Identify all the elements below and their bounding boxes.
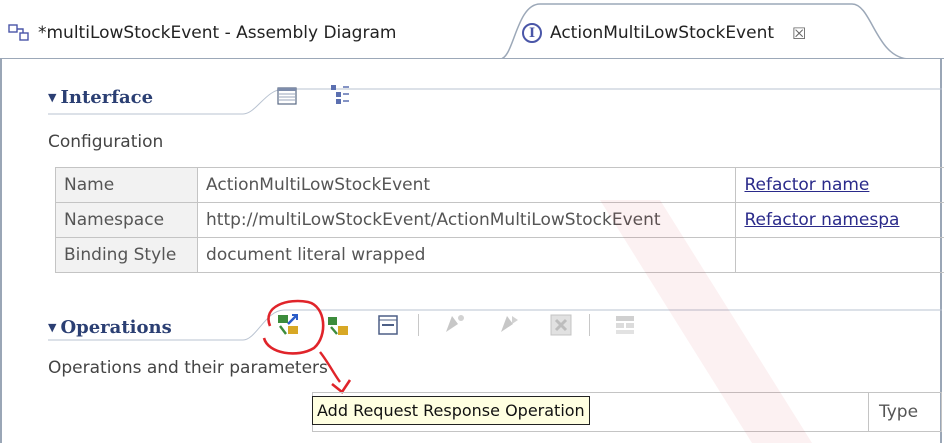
property-value[interactable]: http://multiLowStockEvent/ActionMultiLow… bbox=[197, 202, 737, 238]
add-fault-icon[interactable] bbox=[377, 314, 399, 336]
toolbar-separator bbox=[589, 314, 590, 336]
tab-action-multi-low-stock-event[interactable]: I ActionMultiLowStockEvent ☒ bbox=[522, 18, 806, 48]
property-key: Namespace bbox=[54, 202, 199, 238]
operations-section-underline bbox=[48, 309, 942, 341]
tab-assembly-diagram[interactable]: *multiLowStockEvent - Assembly Diagram bbox=[8, 18, 396, 48]
refactor-namespace-link[interactable]: Refactor namespa bbox=[735, 202, 944, 238]
property-action bbox=[735, 237, 944, 273]
interface-section-underline bbox=[48, 88, 942, 115]
table-view-icon[interactable] bbox=[277, 86, 297, 106]
table-row: Binding Style document literal wrapped bbox=[54, 237, 944, 273]
add-input-icon[interactable] bbox=[442, 312, 466, 336]
add-output-icon[interactable] bbox=[497, 312, 521, 336]
table-row: Namespace http://multiLowStockEvent/Acti… bbox=[54, 202, 944, 238]
property-key: Name bbox=[54, 167, 199, 203]
interface-icon: I bbox=[522, 23, 542, 43]
refactor-name-link[interactable]: Refactor name bbox=[735, 167, 944, 203]
tab-interface-label: ActionMultiLowStockEvent bbox=[550, 23, 775, 43]
tooltip: Add Request Response Operation bbox=[312, 396, 590, 425]
type-column-header[interactable]: Type bbox=[868, 392, 942, 432]
tree-view-icon[interactable] bbox=[330, 84, 350, 106]
editor-tab-bar: *multiLowStockEvent - Assembly Diagram I… bbox=[0, 0, 944, 59]
delete-icon[interactable] bbox=[548, 312, 574, 338]
interface-description: Configuration bbox=[48, 132, 164, 152]
property-value[interactable]: ActionMultiLowStockEvent bbox=[197, 167, 737, 203]
table-row: Name ActionMultiLowStockEvent Refactor n… bbox=[54, 167, 944, 203]
operations-description: Operations and their parameters bbox=[48, 358, 328, 378]
close-icon[interactable]: ☒ bbox=[792, 24, 806, 43]
assembly-diagram-icon bbox=[8, 24, 29, 41]
interface-properties-table: Name ActionMultiLowStockEvent Refactor n… bbox=[54, 167, 944, 273]
property-value[interactable]: document literal wrapped bbox=[197, 237, 737, 273]
tab-assembly-diagram-label: *multiLowStockEvent - Assembly Diagram bbox=[38, 23, 397, 43]
show-details-icon[interactable] bbox=[614, 314, 636, 336]
toolbar-separator bbox=[418, 314, 419, 336]
property-key: Binding Style bbox=[54, 237, 199, 273]
